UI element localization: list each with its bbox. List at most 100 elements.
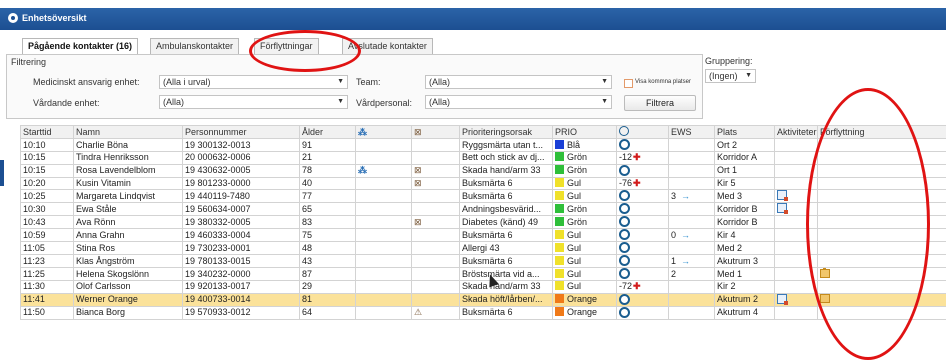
activity-document-icon[interactable] xyxy=(777,294,788,305)
col-header-flag-a[interactable]: ⁂ xyxy=(355,125,412,139)
cell-ews xyxy=(668,138,715,152)
table-row[interactable]: 10:15 Tindra Henriksson 20 000632-0006 21 Be… xyxy=(20,151,946,165)
cell-flag-b: ⊠ xyxy=(411,215,460,229)
priority-color-swatch xyxy=(555,139,564,149)
cell-status xyxy=(616,267,669,281)
cell-status: -12✚ xyxy=(616,151,669,165)
priority-color-swatch xyxy=(555,165,564,174)
cell-prio: Gul xyxy=(552,228,617,242)
cell-flag-a xyxy=(355,202,412,216)
table-row[interactable]: 11:50 Bianca Borg 19 570933-0012 64 ⚠ Buksmär… xyxy=(20,305,946,320)
cell-start-time: 10:25 xyxy=(20,189,74,203)
table-row[interactable]: 11:41 Werner Orange 19 400733-0014 81 Skada … xyxy=(20,292,946,307)
cell-flag-b xyxy=(411,280,460,294)
staff-select[interactable]: (Alla) ▼ xyxy=(425,95,612,109)
chevron-down-icon: ▼ xyxy=(337,98,344,105)
cell-flag-a xyxy=(355,189,412,203)
cell-ews: 2 xyxy=(668,267,715,281)
col-header-prio[interactable]: PRIO xyxy=(552,125,617,139)
cell-activities xyxy=(774,151,818,165)
status-circle-icon xyxy=(619,139,630,150)
status-value: -76 xyxy=(619,177,633,188)
cell-flag-b: ⊠ xyxy=(411,176,460,190)
cell-name: Kusin Vitamin xyxy=(73,176,183,190)
cell-name: Helena Skogslönn xyxy=(73,267,183,281)
cell-start-time: 11:41 xyxy=(20,292,74,307)
grouping-select[interactable]: (Ingen) ▼ xyxy=(705,69,756,83)
col-header-priority-reason[interactable]: Prioriteringsorsak xyxy=(459,125,553,139)
isolation-icon: ⊠ xyxy=(414,216,422,227)
cell-flag-b xyxy=(411,189,460,203)
priority-label: Gul xyxy=(567,281,582,292)
cell-priority-reason: Ryggsmärta utan t... xyxy=(459,138,553,152)
cell-place: Ort 1 xyxy=(714,163,775,178)
cell-activities[interactable] xyxy=(774,292,818,307)
cell-ews xyxy=(668,305,715,320)
cell-age: 21 xyxy=(299,151,356,165)
ews-value: 2 xyxy=(671,268,677,279)
cell-ews xyxy=(668,292,715,307)
status-circle-icon xyxy=(619,203,630,214)
chevron-down-icon: ▼ xyxy=(337,78,344,85)
cell-prio: Orange xyxy=(552,305,617,320)
table-row[interactable]: 10:10 Charlie Böna 19 300132-0013 91 Ryggsmä… xyxy=(20,138,946,152)
cell-flag-a xyxy=(355,228,412,242)
cell-prio: Gul xyxy=(552,241,617,255)
chevron-down-icon: ▼ xyxy=(745,72,752,79)
col-header-place[interactable]: Plats xyxy=(714,125,775,139)
cell-personal-number: 19 380332-0005 xyxy=(182,215,300,229)
medical-unit-select[interactable]: (Alla i urval) ▼ xyxy=(159,75,348,89)
priority-label: Grön xyxy=(567,216,588,227)
tab-ambulance-contacts[interactable]: Ambulanskontakter xyxy=(150,38,240,54)
col-header-ews[interactable]: EWS xyxy=(668,125,715,139)
cell-ews: 1 → xyxy=(668,254,715,268)
cell-start-time: 11:25 xyxy=(20,267,74,281)
team-select[interactable]: (Alla) ▼ xyxy=(425,75,612,89)
cell-flag-b xyxy=(411,202,460,216)
priority-label: Gul xyxy=(567,242,582,253)
cell-prio: Grön xyxy=(552,215,617,229)
unit-overview-window: Enhetsöversikt Pågående kontakter (16) A… xyxy=(0,0,946,360)
col-header-flag-b[interactable]: ⊠ xyxy=(411,125,460,139)
col-header-name[interactable]: Namn xyxy=(73,125,183,139)
tab-ongoing-contacts[interactable]: Pågående kontakter (16) xyxy=(22,38,139,55)
cell-priority-reason: Skada hand/arm 33 xyxy=(459,163,553,178)
cell-place: Korridor A xyxy=(714,151,775,165)
status-value: -12 xyxy=(619,152,633,163)
red-cross-icon: ✚ xyxy=(633,152,641,163)
cell-name: Rosa Lavendelblom xyxy=(73,163,183,178)
col-header-start-time[interactable]: Starttid xyxy=(20,125,74,139)
cell-flag-b xyxy=(411,292,460,307)
table-row[interactable]: 11:25 Helena Skogslönn 19 340232-0000 87 Brö… xyxy=(20,267,946,281)
cell-age: 81 xyxy=(299,292,356,307)
activity-document-icon[interactable] xyxy=(777,203,788,214)
grouping-label: Gruppering: xyxy=(705,56,753,66)
warning-icon: ⚠ xyxy=(414,307,423,317)
cell-prio: Blå xyxy=(552,138,617,152)
cell-prio: Gul xyxy=(552,280,617,294)
table-row[interactable]: 10:15 Rosa Lavendelblom 19 430632-0005 78 ⁂ ⊠… xyxy=(20,163,946,178)
cell-status xyxy=(616,228,669,242)
col-header-activities[interactable]: Aktiviteter xyxy=(774,125,818,139)
col-header-personal-number[interactable]: Personnummer xyxy=(182,125,300,139)
show-upcoming-checkbox[interactable] xyxy=(624,79,633,88)
col-header-age[interactable]: Ålder xyxy=(299,125,356,139)
filter-button[interactable]: Filtrera xyxy=(624,95,696,111)
show-upcoming-label: Visa kommna platser xyxy=(635,79,691,85)
priority-color-swatch xyxy=(555,216,564,226)
cell-prio: Gul xyxy=(552,189,617,203)
cell-flag-a xyxy=(355,292,412,307)
isolation-icon: ⊠ xyxy=(414,165,422,175)
team-glyph-icon: ⁂ xyxy=(358,165,367,175)
cell-ews: 3 → xyxy=(668,189,715,203)
col-header-status[interactable] xyxy=(616,125,669,139)
care-unit-select[interactable]: (Alla) ▼ xyxy=(159,95,348,109)
cell-priority-reason: Diabetes (känd) 49 xyxy=(459,215,553,229)
cell-flag-b: ⚠ xyxy=(411,305,460,320)
activity-document-icon[interactable] xyxy=(777,190,788,201)
priority-color-swatch xyxy=(555,177,564,187)
chevron-down-icon: ▼ xyxy=(601,78,608,85)
table-row[interactable]: 11:30 Olof Carlsson 19 920133-0017 29 Skada … xyxy=(20,280,946,294)
cell-name: Stina Ros xyxy=(73,241,183,255)
cell-age: 29 xyxy=(299,280,356,294)
